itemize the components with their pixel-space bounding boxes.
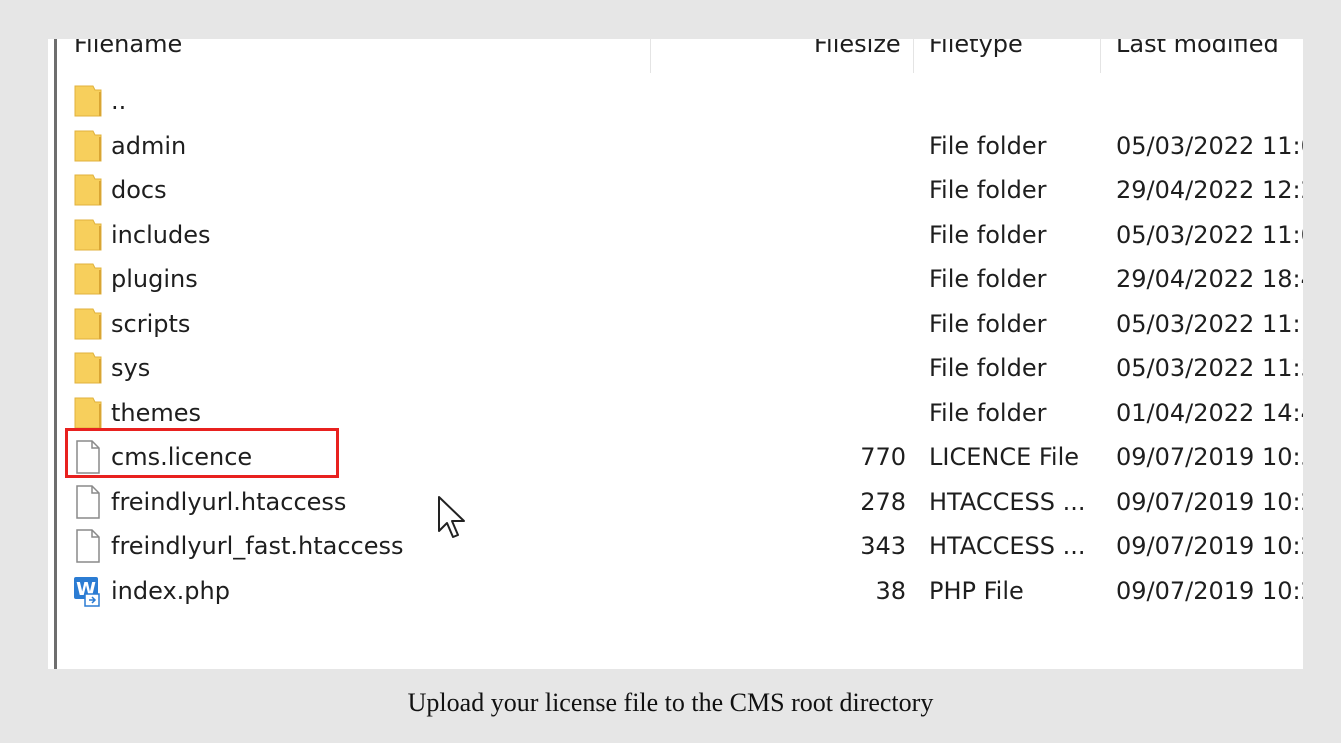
file-size bbox=[808, 302, 906, 346]
file-row[interactable]: admin File folder 05/03/2022 11:0 bbox=[48, 124, 1303, 168]
file-type: File folder bbox=[929, 176, 1047, 204]
file-row[interactable]: freindlyurl.htaccess 278 HTACCESS ... 09/07… bbox=[48, 480, 1303, 524]
file-icon bbox=[73, 484, 103, 519]
file-type: File folder bbox=[929, 220, 1047, 249]
folder-icon bbox=[73, 262, 103, 296]
file-type: File folder bbox=[929, 309, 1047, 338]
file-row[interactable]: scripts File folder 05/03/2022 11:1 bbox=[48, 302, 1303, 346]
column-separator[interactable] bbox=[913, 39, 914, 73]
file-type: File folder bbox=[929, 265, 1047, 293]
file-row[interactable]: docs File folder 29/04/2022 12:2 bbox=[48, 168, 1303, 212]
file-name: scripts bbox=[111, 309, 191, 338]
file-size: 38 bbox=[875, 576, 906, 605]
file-row[interactable]: Windex.php 38 PHP File 09/07/2019 10:2 bbox=[48, 569, 1303, 613]
file-name: freindlyurl_fast.htaccess bbox=[111, 532, 404, 560]
mouse-cursor-icon bbox=[438, 496, 465, 538]
file-last-modified: 09/07/2019 10:2 bbox=[1116, 576, 1303, 605]
file-size bbox=[808, 124, 906, 168]
file-last-modified: 05/03/2022 11:0 bbox=[1116, 131, 1303, 160]
file-row[interactable]: .. bbox=[48, 79, 1303, 123]
column-header-filesize[interactable]: Filesize bbox=[814, 39, 901, 63]
column-header-row: Filename Filesize Filetype Last modified bbox=[48, 39, 1303, 77]
folder-icon bbox=[73, 396, 103, 430]
file-type: PHP File bbox=[929, 576, 1024, 605]
file-size bbox=[808, 213, 906, 257]
file-type: File folder bbox=[929, 398, 1047, 427]
folder-icon bbox=[73, 307, 103, 341]
file-type: File folder bbox=[929, 131, 1047, 160]
file-name: sys bbox=[111, 354, 151, 382]
folder-icon bbox=[73, 173, 103, 207]
column-header-filetype[interactable]: Filetype bbox=[929, 39, 1023, 63]
file-row[interactable]: freindlyurl_fast.htaccess 343 HTACCESS ...… bbox=[48, 524, 1303, 568]
file-size bbox=[808, 391, 906, 435]
file-list-panel: Filename Filesize Filetype Last modified… bbox=[48, 39, 1303, 669]
file-name: plugins bbox=[111, 265, 198, 293]
file-name: docs bbox=[111, 176, 167, 204]
file-last-modified: 05/03/2022 11:0 bbox=[1116, 220, 1303, 249]
file-last-modified bbox=[1116, 79, 1303, 123]
file-name: includes bbox=[111, 220, 211, 249]
file-size bbox=[808, 79, 906, 123]
file-type: HTACCESS ... bbox=[929, 487, 1086, 516]
column-header-filename[interactable]: Filename bbox=[74, 39, 182, 63]
file-name: freindlyurl.htaccess bbox=[111, 487, 347, 516]
column-separator[interactable] bbox=[650, 39, 651, 73]
file-last-modified: 01/04/2022 14:4 bbox=[1116, 398, 1303, 427]
file-size bbox=[808, 257, 906, 301]
folder-icon bbox=[73, 351, 103, 385]
file-last-modified: 29/04/2022 12:2 bbox=[1116, 176, 1303, 204]
file-last-modified: 29/04/2022 18:4 bbox=[1116, 265, 1303, 293]
file-last-modified: 09/07/2019 10:2 bbox=[1116, 487, 1303, 516]
folder-icon bbox=[73, 129, 103, 163]
folder-icon bbox=[73, 84, 103, 118]
file-row[interactable]: sys File folder 05/03/2022 11:3 bbox=[48, 346, 1303, 390]
file-size: 770 bbox=[860, 443, 906, 471]
highlight-box bbox=[65, 428, 339, 478]
file-type: File folder bbox=[929, 354, 1047, 382]
php-file-icon: W bbox=[73, 574, 103, 608]
file-last-modified: 09/07/2019 10:5 bbox=[1116, 443, 1303, 471]
folder-icon bbox=[73, 218, 103, 252]
file-type bbox=[929, 79, 1099, 123]
file-name: admin bbox=[111, 131, 187, 160]
file-last-modified: 09/07/2019 10:2 bbox=[1116, 532, 1303, 560]
file-size: 278 bbox=[860, 487, 906, 516]
file-row[interactable]: plugins File folder 29/04/2022 18:4 bbox=[48, 257, 1303, 301]
file-size: 343 bbox=[860, 532, 906, 560]
file-row[interactable]: includes File folder 05/03/2022 11:0 bbox=[48, 213, 1303, 257]
column-header-last-modified[interactable]: Last modified bbox=[1116, 39, 1279, 63]
file-last-modified: 05/03/2022 11:3 bbox=[1116, 354, 1303, 382]
file-type: HTACCESS ... bbox=[929, 532, 1086, 560]
caption: Upload your license file to the CMS root… bbox=[407, 688, 934, 717]
file-name: .. bbox=[111, 87, 127, 115]
file-icon bbox=[73, 529, 103, 563]
file-last-modified: 05/03/2022 11:1 bbox=[1116, 309, 1303, 338]
file-size bbox=[808, 168, 906, 212]
column-separator[interactable] bbox=[1100, 39, 1101, 73]
file-size bbox=[808, 346, 906, 390]
file-name: index.php bbox=[111, 576, 230, 605]
file-type: LICENCE File bbox=[929, 443, 1080, 471]
